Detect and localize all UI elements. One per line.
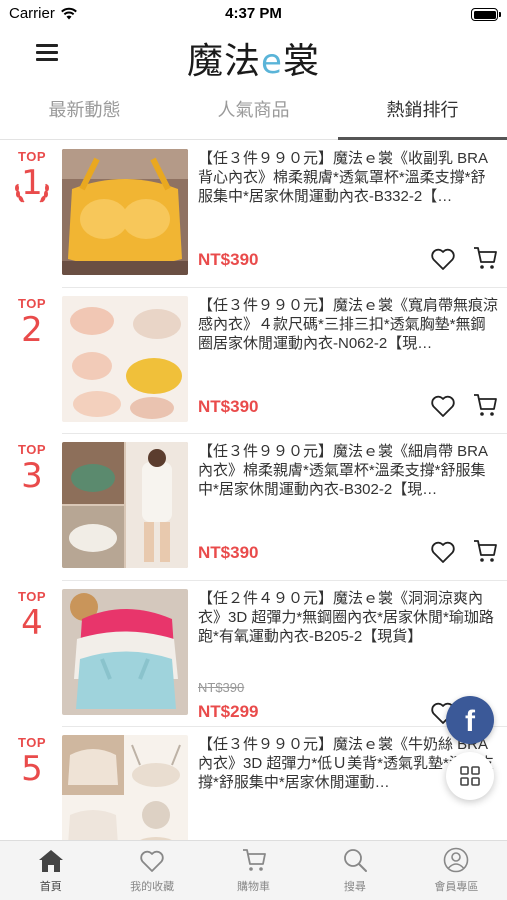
product-list: TOP 1 【任３件９９０元】魔法ｅ裳《收副乳 BRA 背心內衣》棉柔親膚*透氣…: [0, 141, 507, 840]
product-item[interactable]: TOP 4 【任２件４９０元】魔法ｅ裳《洞洞涼爽內衣》3D 超彈力*無鋼圈內衣*…: [0, 581, 507, 728]
rank-number: 3: [21, 456, 43, 496]
nav-cart-label: 購物車: [237, 881, 271, 893]
product-title[interactable]: 【任３件９９０元】魔法ｅ裳《細肩帶 BRA 內衣》棉柔親膚*透氣罩杯*溫柔支撐*…: [198, 442, 498, 500]
product-item[interactable]: TOP 5 【任３件９９０元】魔法ｅ裳《牛奶絲 BRA 內衣》3D 超彈力*低Ｕ…: [0, 727, 507, 840]
product-image[interactable]: [62, 149, 188, 275]
tab-latest[interactable]: 最新動態: [0, 86, 169, 139]
rank-badge: TOP 2: [12, 296, 52, 349]
nav-favorites-label: 我的收藏: [130, 881, 175, 893]
rank-number: 2: [21, 309, 43, 350]
nav-search[interactable]: 搜尋: [304, 841, 405, 900]
status-bar: Carrier 4:37 PM: [0, 0, 507, 28]
rank-badge: TOP 4: [12, 589, 52, 642]
product-image[interactable]: [62, 735, 188, 840]
product-image[interactable]: [62, 588, 188, 715]
nav-home[interactable]: 首頁: [0, 841, 101, 900]
facebook-icon[interactable]: f: [446, 696, 494, 744]
nav-favorites[interactable]: 我的收藏: [101, 841, 202, 900]
nav-cart[interactable]: 購物車: [203, 841, 304, 900]
cart-icon: [242, 849, 266, 871]
product-price: NT$299: [198, 701, 259, 721]
home-icon: [38, 850, 63, 872]
laurel-icon: [15, 183, 49, 203]
product-item[interactable]: TOP 2 【任３件９９０元】魔法ｅ裳《寬肩帶無痕涼感內衣》４款尺碼*三排三扣*…: [0, 288, 507, 435]
product-price: NT$390: [198, 396, 259, 416]
product-title[interactable]: 【任３件９９０元】魔法ｅ裳《收副乳 BRA 背心內衣》棉柔親膚*透氣罩杯*溫柔支…: [198, 149, 498, 207]
nav-search-label: 搜尋: [343, 881, 366, 893]
clock: 4:37 PM: [225, 5, 282, 22]
heart-icon[interactable]: [430, 540, 456, 564]
heart-icon: [140, 850, 164, 872]
grid-icon: [460, 766, 480, 786]
tab-bar: 最新動態 人氣商品 熱銷排行: [0, 86, 507, 140]
cart-icon[interactable]: [472, 245, 498, 271]
original-price: NT$390: [198, 679, 245, 695]
rank-badge: TOP 3: [12, 442, 52, 495]
product-price: NT$390: [198, 250, 259, 269]
product-title[interactable]: 【任３件９９０元】魔法ｅ裳《寬肩帶無痕涼感內衣》４款尺碼*三排三扣*透氣胸墊*無…: [198, 296, 498, 354]
tab-popular[interactable]: 人氣商品: [169, 86, 338, 139]
rank-number: 4: [21, 602, 43, 643]
product-item[interactable]: TOP 1 【任３件９９０元】魔法ｅ裳《收副乳 BRA 背心內衣》棉柔親膚*透氣…: [0, 141, 507, 288]
product-image[interactable]: [62, 442, 188, 568]
product-item[interactable]: TOP 3 【任３件９９０元】魔法ｅ裳《細肩帶 BRA 內衣》棉柔親膚*透氣罩杯…: [0, 434, 507, 581]
bottom-nav: 首頁 我的收藏 購物車 搜尋 會員專區: [0, 840, 507, 900]
search-icon: [344, 849, 367, 872]
heart-icon[interactable]: [430, 394, 456, 418]
user-icon: [444, 847, 469, 873]
grid-menu-button[interactable]: [446, 752, 494, 800]
app-header: 魔法e裳: [0, 28, 507, 86]
nav-member[interactable]: 會員專區: [406, 841, 507, 900]
brand-logo: 魔法e裳: [187, 41, 320, 82]
nav-home-label: 首頁: [39, 881, 62, 893]
heart-icon[interactable]: [430, 247, 456, 271]
rank-badge: TOP 5: [12, 735, 52, 788]
cart-icon[interactable]: [472, 392, 498, 418]
nav-member-label: 會員專區: [434, 881, 479, 893]
tab-bestsellers[interactable]: 熱銷排行: [338, 86, 507, 140]
product-image[interactable]: [62, 295, 188, 422]
product-price: NT$390: [198, 543, 259, 562]
rank-badge: TOP 1: [12, 149, 52, 212]
rank-number: 5: [21, 749, 43, 789]
product-title[interactable]: 【任２件４９０元】魔法ｅ裳《洞洞涼爽內衣》3D 超彈力*無鋼圈內衣*居家休閒*瑜…: [198, 589, 498, 647]
cart-icon[interactable]: [472, 538, 498, 564]
battery-icon: [471, 8, 501, 21]
